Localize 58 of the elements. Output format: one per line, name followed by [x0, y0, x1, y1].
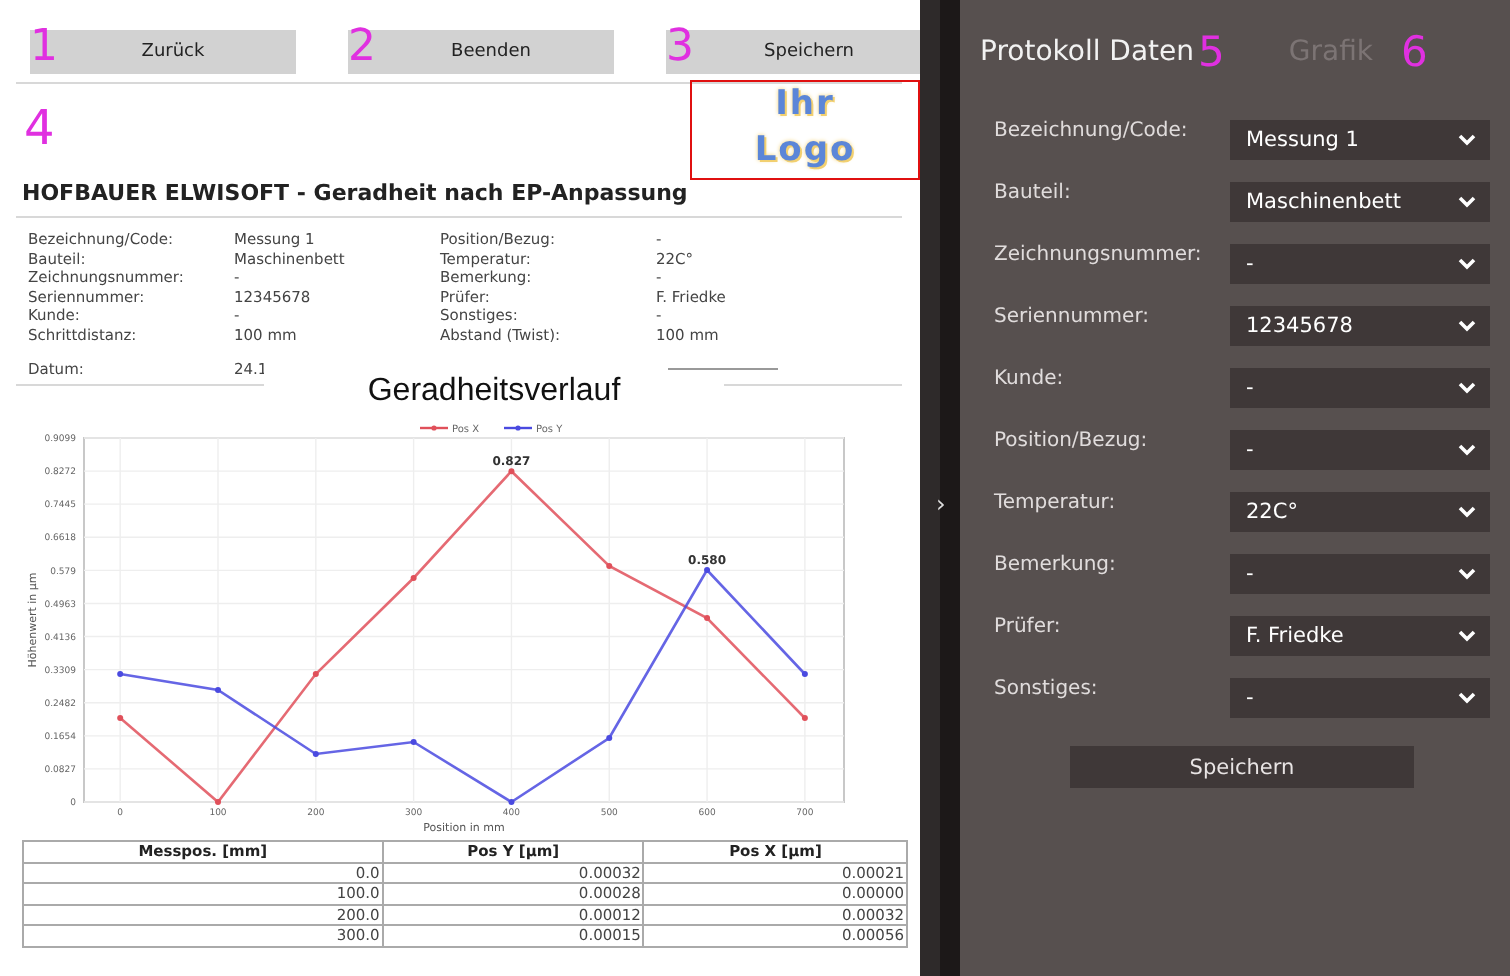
- data-point: [312, 671, 319, 677]
- logo-text: Ihr: [775, 82, 835, 128]
- dropdown-field[interactable]: -: [1230, 554, 1490, 594]
- data-point: [215, 799, 221, 805]
- dropdown-field[interactable]: F. Friedke: [1230, 616, 1490, 656]
- dropdown-field[interactable]: -: [1230, 678, 1490, 718]
- logo-text: Logo: [754, 128, 856, 174]
- data-point: [117, 671, 124, 677]
- dropdown-field[interactable]: Maschinenbett: [1230, 182, 1490, 222]
- field-label: Sonstiges:: [994, 676, 1100, 704]
- dropdown-field[interactable]: -: [1230, 244, 1490, 284]
- data-point: [508, 468, 515, 475]
- data-point: [704, 615, 711, 621]
- field-label: Bemerkung:: [994, 552, 1118, 580]
- report-title: HOFBAUER ELWISOFT - Geradheit nach EP-Anpassung: [20, 180, 690, 208]
- field-label: Zeichnungsnummer:: [994, 242, 1204, 270]
- data-point: [704, 566, 711, 573]
- chevron-down-icon: [1458, 506, 1476, 518]
- legend-swatch-icon: [420, 425, 448, 431]
- step-number: 5: [1198, 28, 1225, 76]
- data-point: [606, 735, 613, 741]
- chevron-down-icon: [1458, 444, 1476, 456]
- chevron-down-icon: [1458, 630, 1476, 642]
- data-point: [801, 715, 808, 721]
- chevron-down-icon: [1458, 320, 1476, 332]
- dropdown-field[interactable]: 22C°: [1230, 492, 1490, 532]
- panel-tab[interactable]: Protokoll Daten: [980, 36, 1195, 68]
- chevron-down-icon: [1458, 196, 1476, 208]
- data-point: [410, 575, 417, 581]
- signature-line: [667, 367, 778, 369]
- data-point: [508, 799, 515, 805]
- chevron-down-icon: [1458, 692, 1476, 704]
- step-number: 4: [24, 100, 55, 156]
- save-button[interactable]: Speichern: [1070, 746, 1414, 788]
- field-label: Bauteil:: [994, 180, 1073, 208]
- field-label: Seriennummer:: [994, 304, 1151, 332]
- data-point: [117, 715, 124, 721]
- field-label: Prüfer:: [994, 614, 1063, 642]
- collapse-handle[interactable]: ›: [936, 490, 946, 518]
- chevron-down-icon: [1458, 382, 1476, 394]
- data-point: [410, 739, 417, 745]
- field-label: Bezeichnung/Code:: [994, 118, 1190, 146]
- dropdown-field[interactable]: Messung 1: [1230, 120, 1490, 160]
- chevron-down-icon: [1458, 568, 1476, 580]
- dropdown-field[interactable]: -: [1230, 430, 1490, 470]
- step-number: 6: [1401, 28, 1428, 76]
- data-point: [801, 671, 808, 677]
- field-label: Position/Bezug:: [994, 428, 1150, 456]
- dropdown-field[interactable]: -: [1230, 368, 1490, 408]
- dropdown-field[interactable]: 12345678: [1230, 306, 1490, 346]
- legend-swatch-icon: [504, 425, 532, 431]
- chevron-down-icon: [1458, 258, 1476, 270]
- field-label: Kunde:: [994, 366, 1066, 394]
- data-point: [215, 687, 221, 693]
- data-point: [312, 751, 319, 757]
- field-label: Temperatur:: [994, 490, 1118, 518]
- data-point: [606, 562, 613, 569]
- chevron-down-icon: [1458, 134, 1476, 146]
